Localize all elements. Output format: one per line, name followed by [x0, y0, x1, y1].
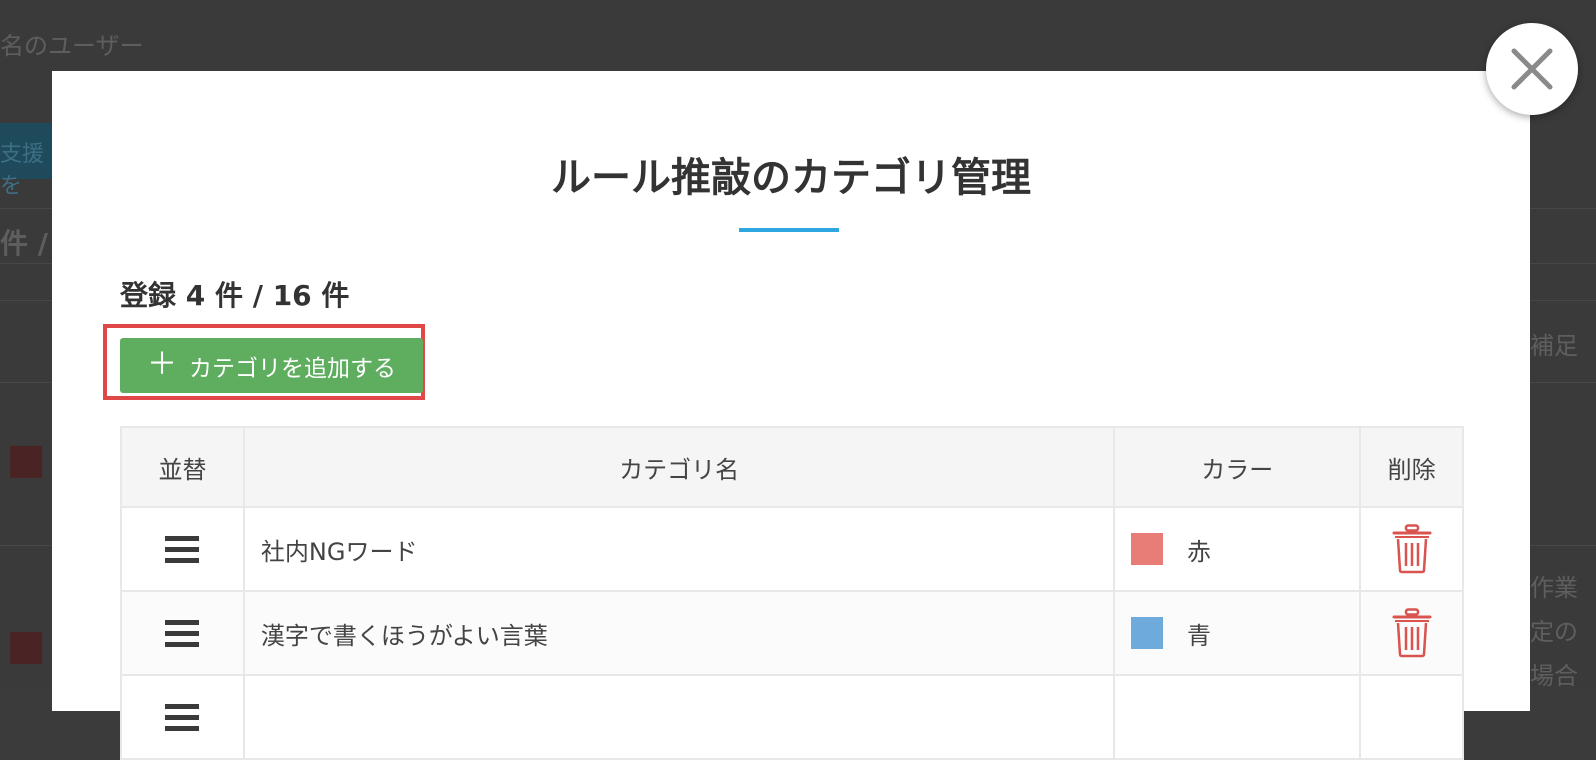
registered-count: 登録 4 件 / 16 件: [120, 279, 350, 312]
trash-icon[interactable]: [1392, 608, 1432, 658]
color-cell: 青: [1113, 590, 1362, 676]
category-name-cell: [242, 674, 1116, 760]
background-support-label: 支援を: [0, 142, 45, 199]
sort-cell: [120, 590, 245, 676]
background-support-button: 支援を: [0, 123, 60, 199]
background-text-line: 作業: [1530, 574, 1578, 602]
color-swatch: [1131, 617, 1164, 649]
title-underline: [739, 228, 839, 232]
color-cell: 赤: [1113, 506, 1362, 592]
modal-title: ルール推敲のカテゴリ管理: [551, 155, 1031, 201]
background-text-line: 定の: [1530, 618, 1578, 646]
drag-handle-icon[interactable]: [165, 614, 200, 653]
category-name-cell: 漢字で書くほうがよい言葉: [242, 590, 1116, 676]
header-category-name: カテゴリ名: [242, 426, 1116, 508]
delete-cell: [1359, 590, 1464, 676]
drag-handle-icon[interactable]: [165, 530, 200, 569]
sort-cell: [120, 674, 245, 760]
table-row: 社内NGワード 赤: [120, 506, 1464, 592]
table-header-row: 並替 カテゴリ名 カラー 削除: [120, 426, 1464, 508]
header-color: カラー: [1113, 426, 1362, 508]
table-row: [120, 674, 1464, 760]
background-user-count: 名のユーザー: [0, 32, 144, 60]
delete-cell: [1359, 506, 1464, 592]
category-table: 並替 カテゴリ名 カラー 削除 社内NGワード 赤 漢字で書くほうがよい言葉 青: [120, 426, 1464, 760]
sort-cell: [120, 506, 245, 592]
add-category-label: カテゴリを追加する: [189, 355, 396, 382]
background-square: [10, 632, 42, 664]
background-supplement: 補足: [1530, 332, 1578, 360]
color-swatch: [1131, 533, 1164, 565]
table-row: 漢字で書くほうがよい言葉 青: [120, 590, 1464, 676]
color-label: 赤: [1187, 537, 1212, 566]
add-category-button[interactable]: ＋ カテゴリを追加する: [120, 338, 423, 393]
category-modal: ルール推敲のカテゴリ管理 登録 4 件 / 16 件 ＋ カテゴリを追加する 並…: [52, 71, 1530, 760]
background-square: [10, 446, 42, 478]
delete-cell: [1359, 674, 1464, 760]
header-sort: 並替: [120, 426, 245, 508]
close-icon: [1511, 48, 1553, 90]
modal-close-button[interactable]: [1486, 23, 1578, 115]
category-name-cell: 社内NGワード: [242, 506, 1116, 592]
trash-icon[interactable]: [1392, 524, 1432, 574]
background-count: 件 /: [0, 227, 48, 260]
color-label: 青: [1187, 621, 1212, 650]
drag-handle-icon[interactable]: [165, 698, 200, 737]
plus-icon: ＋: [147, 346, 177, 382]
header-delete: 削除: [1359, 426, 1464, 508]
color-cell: [1113, 674, 1362, 760]
